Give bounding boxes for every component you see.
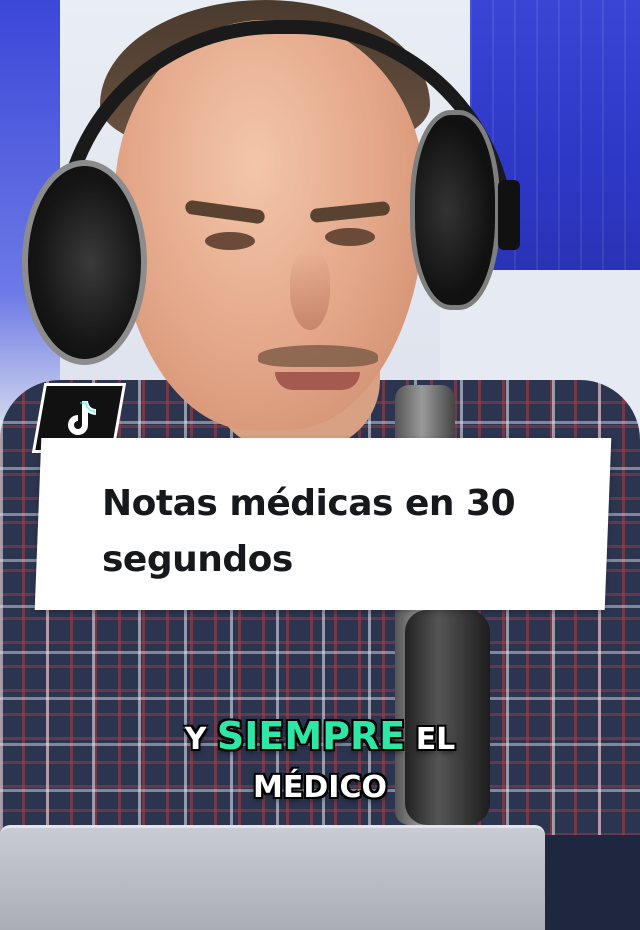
caption-highlight-word: SIEMPRE — [216, 714, 406, 758]
headphones-left-cup — [22, 160, 147, 365]
headphones-right-cup — [410, 110, 500, 310]
title-card-text: Notas médicas en 30 segundos — [102, 483, 516, 580]
caption-line-1: Y SIEMPRE EL — [0, 712, 640, 764]
caption-word: EL — [415, 722, 456, 757]
video-frame[interactable]: Notas médicas en 30 segundos Y SIEMPRE E… — [0, 0, 640, 930]
nose — [290, 250, 330, 330]
tiktok-icon — [68, 401, 96, 435]
caption-word: Y — [184, 722, 207, 757]
desk-shadow — [545, 835, 640, 930]
headphones-cable — [498, 180, 520, 250]
mouth — [275, 372, 360, 390]
caption: Y SIEMPRE EL MÉDICO — [0, 712, 640, 812]
laptop — [0, 825, 545, 930]
mustache — [258, 345, 378, 367]
caption-line-2: MÉDICO — [253, 770, 387, 805]
